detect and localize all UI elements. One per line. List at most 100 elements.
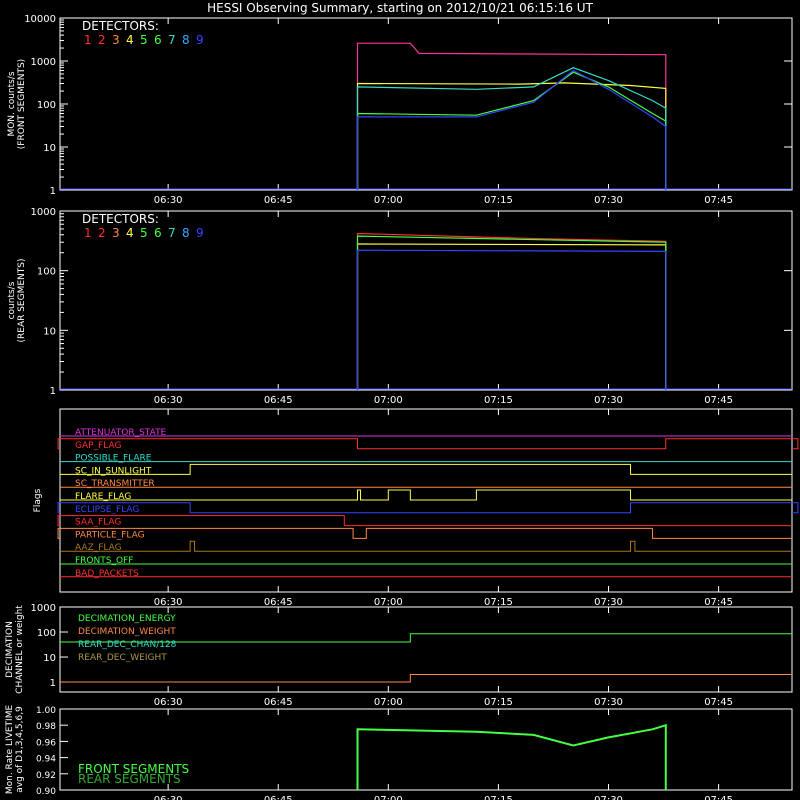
rear-panel-xtick-label: 06:30 — [154, 395, 183, 406]
front-panel-ytick-label: 10000 — [24, 14, 56, 25]
flag-label-sc_transmitter: SC_TRANSMITTER — [75, 479, 155, 489]
rear-panel-series-det6 — [356, 235, 667, 390]
flag-label-possible_flare: POSSIBLE_FLARE — [75, 454, 152, 464]
livetime-rear-label: REAR SEGMENTS — [78, 772, 181, 786]
flag-trace-particle_flag — [57, 527, 792, 539]
rear-panel-detectors-label: DETECTORS: — [82, 212, 159, 226]
rear-panel-ytick-label: 10 — [43, 326, 56, 337]
front-panel-xtick-label: 07:00 — [374, 195, 403, 206]
flag-label-fronts_off: FRONTS_OFF — [75, 556, 133, 566]
front-panel-xtick-label: 07:30 — [594, 195, 623, 206]
flag-trace-eclipse_flag — [57, 502, 799, 514]
front-panel-xtick-label: 06:45 — [264, 195, 293, 206]
rear-panel-detector-2: 2 — [98, 226, 106, 240]
rear-panel-detector-9: 9 — [196, 226, 204, 240]
decimation-panel-ylabel: CHANNEL or weight — [15, 605, 25, 694]
flags-panel-ylabel: Flags — [33, 488, 43, 512]
decimation-panel-ytick-label: 100 — [37, 628, 56, 639]
front-panel-series-det6 — [356, 71, 667, 190]
front-panel-detector-7: 7 — [168, 33, 176, 47]
livetime-panel-xtick-label: 07:30 — [594, 795, 623, 800]
front-panel-detector-6: 6 — [154, 33, 162, 47]
flag-trace-flare_flag — [60, 489, 792, 501]
decimation-legend-2: REAR_DEC_CHAN/128 — [78, 640, 177, 650]
flag-label-gap_flag: GAP_FLAG — [75, 441, 121, 451]
front-panel-series-det7 — [356, 67, 667, 190]
hessi-summary-chart: 06:30 06:45 07:00 07:15 07:30 07:451101001000… — [5, 14, 799, 800]
decimation-panel-ytick-label: 1000 — [31, 603, 56, 614]
rear-panel-xtick-label: 07:15 — [484, 395, 513, 406]
livetime-panel-ytick-label: 0.96 — [36, 738, 56, 748]
decimation-legend-0: DECIMATION_ENERGY — [78, 614, 176, 624]
front-panel-detector-4: 4 — [126, 33, 134, 47]
flags-panel-xtick-label: 06:30 — [154, 597, 183, 608]
flag-label-bad_packets: BAD_PACKETS — [75, 569, 139, 579]
rear-panel-ylabel: (REAR SEGMENTS) — [17, 258, 27, 342]
flags-panel-xtick-label: 07:00 — [374, 597, 403, 608]
decimation-panel-xtick-label: 07:15 — [484, 697, 513, 708]
decimation-panel-ytick-label: 10 — [43, 653, 56, 664]
livetime-panel-xtick-label: 06:30 — [154, 795, 183, 800]
front-panel-ylabel: (FRONT SEGMENTS) — [17, 59, 27, 149]
flag-trace-aaz_flag — [60, 540, 792, 552]
rear-panel-detector-3: 3 — [112, 226, 120, 240]
rear-panel-detector-8: 8 — [182, 226, 190, 240]
front-panel-detector-5: 5 — [140, 33, 148, 47]
rear-panel-series-det1 — [356, 232, 667, 390]
rear-panel-ylabel: counts/s — [7, 281, 17, 319]
flags-panel-xtick-label: 07:30 — [594, 597, 623, 608]
front-panel-detector-3: 3 — [112, 33, 120, 47]
flag-label-sc_in_sunlight: SC_IN_SUNLIGHT — [75, 466, 152, 476]
front-panel-ytick-label: 10 — [43, 143, 56, 154]
front-panel-ytick-label: 1000 — [31, 57, 56, 68]
rear-panel-detector-4: 4 — [126, 226, 134, 240]
front-panel-ytick-label: 100 — [37, 100, 56, 111]
front-panel-ylabel: MON. counts/s — [7, 71, 17, 136]
livetime-panel-ytick-label: 1.00 — [36, 706, 56, 716]
livetime-panel-xtick-label: 06:45 — [264, 795, 293, 800]
front-panel-detector-1: 1 — [84, 33, 92, 47]
decimation-panel-xtick-label: 07:00 — [374, 697, 403, 708]
flag-label-eclipse_flag: ECLIPSE_FLAG — [75, 505, 139, 515]
flags-panel-xtick-label: 07:15 — [484, 597, 513, 608]
flag-trace-sc_in_sunlight — [60, 463, 792, 475]
livetime-panel-front-trace — [356, 723, 667, 791]
front-panel-detector-9: 9 — [196, 33, 204, 47]
livetime-panel-ytick-label: 0.94 — [36, 755, 56, 765]
decimation-panel-weight-line — [60, 674, 792, 683]
flags-panel-xtick-label: 07:45 — [704, 597, 733, 608]
rear-panel-ytick-label: 1 — [50, 386, 56, 397]
rear-panel-series-det4 — [356, 243, 667, 390]
rear-panel-xtick-label: 07:45 — [704, 395, 733, 406]
front-panel-ytick-label: 1 — [50, 186, 56, 197]
decimation-panel-xtick-label: 07:30 — [594, 697, 623, 708]
rear-panel-detector-1: 1 — [84, 226, 92, 240]
decimation-legend-1: DECIMATION_WEIGHT — [78, 627, 176, 637]
rear-panel-detector-6: 6 — [154, 226, 162, 240]
front-panel-xtick-label: 07:15 — [484, 195, 513, 206]
front-panel-detector-2: 2 — [98, 33, 106, 47]
rear-panel-ytick-label: 100 — [37, 267, 56, 278]
rear-panel-xtick-label: 07:30 — [594, 395, 623, 406]
rear-panel-xtick-label: 06:45 — [264, 395, 293, 406]
rear-panel-series-det9 — [356, 249, 667, 390]
livetime-panel-xtick-label: 07:15 — [484, 795, 513, 800]
decimation-panel-xtick-label: 07:45 — [704, 697, 733, 708]
livetime-panel-ytick-label: 0.90 — [36, 787, 56, 797]
flags-panel-xtick-label: 06:45 — [264, 597, 293, 608]
rear-panel-detector-7: 7 — [168, 226, 176, 240]
livetime-panel-ylabel: Mon. Rate LIVETIME — [5, 705, 15, 795]
front-panel-xtick-label: 07:45 — [704, 195, 733, 206]
decimation-panel-ytick-label: 1 — [50, 678, 56, 689]
flag-label-saa_flag: SAA_FLAG — [75, 518, 121, 528]
decimation-legend-3: REAR_DEC_WEIGHT — [78, 653, 167, 663]
rear-panel-ytick-label: 1000 — [31, 207, 56, 218]
decimation-panel-xtick-label: 06:30 — [154, 697, 183, 708]
flag-label-aaz_flag: AAZ_FLAG — [75, 543, 122, 553]
flag-label-attenuator_state: ATTENUATOR_STATE — [75, 428, 167, 438]
livetime-panel-ytick-label: 0.92 — [36, 771, 56, 781]
front-panel-detector-8: 8 — [182, 33, 190, 47]
flag-label-particle_flag: PARTICLE_FLAG — [75, 530, 145, 540]
rear-panel-detector-5: 5 — [140, 226, 148, 240]
rear-panel-xtick-label: 07:00 — [374, 395, 403, 406]
